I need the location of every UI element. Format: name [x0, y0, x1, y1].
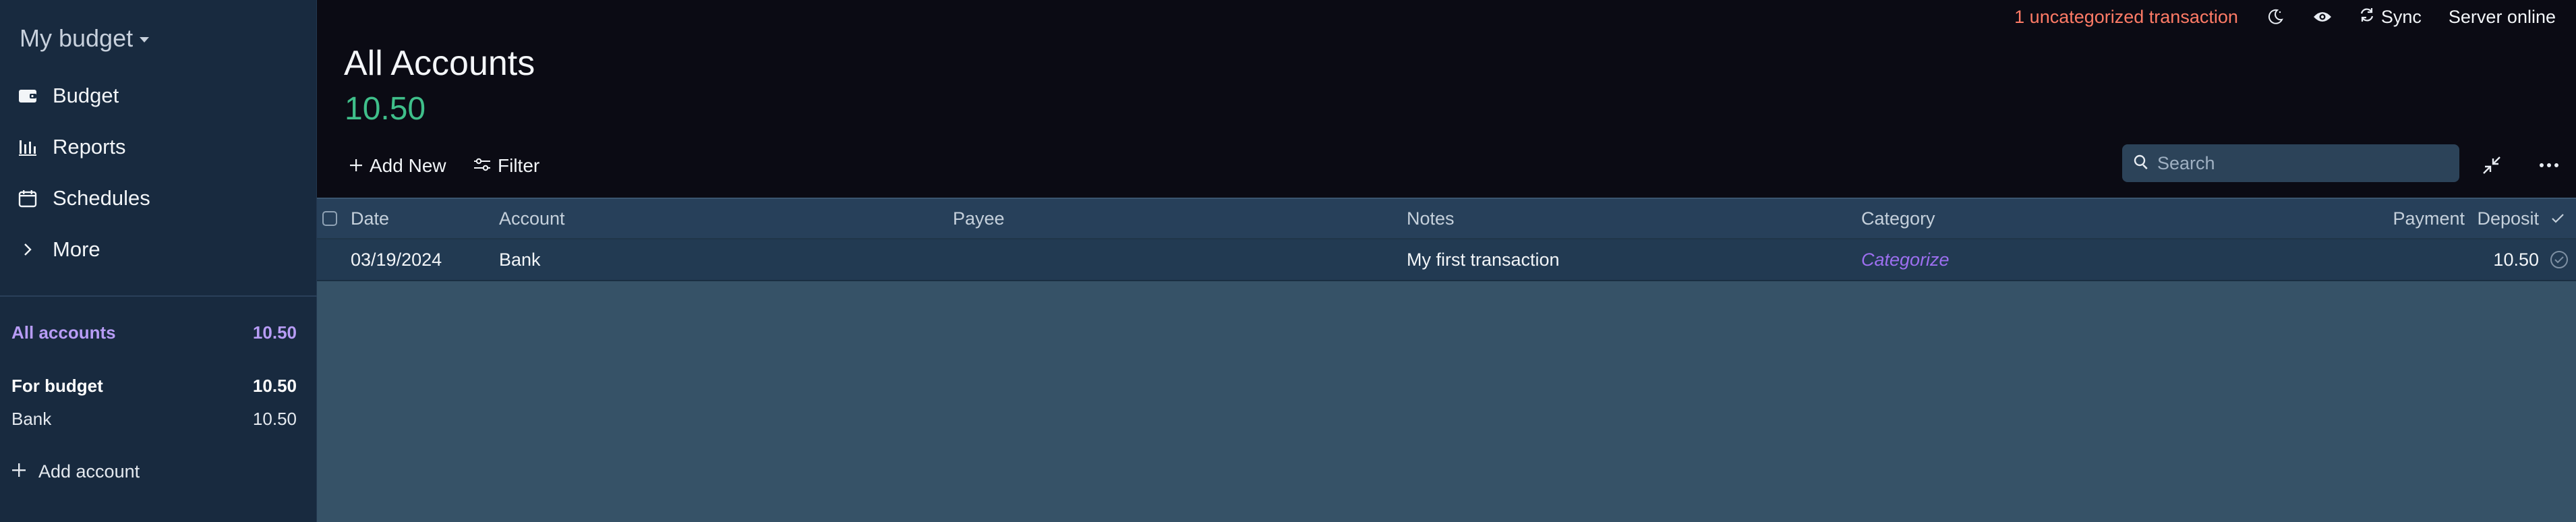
- cleared-toggle[interactable]: [2550, 239, 2571, 280]
- search-box[interactable]: [2122, 144, 2459, 182]
- filter-label: Filter: [498, 155, 540, 176]
- budget-name-label: My budget: [20, 24, 134, 52]
- plus-icon: [349, 155, 363, 177]
- for-budget-label: For budget: [11, 376, 103, 396]
- page-title: All Accounts: [344, 44, 535, 83]
- sidebar-divider: [0, 295, 317, 297]
- filter-button[interactable]: Filter: [473, 154, 539, 178]
- account-balance[interactable]: 10.50: [345, 90, 426, 127]
- nav-reports[interactable]: Reports: [18, 128, 301, 166]
- select-all-checkbox[interactable]: [322, 199, 343, 238]
- cleared-check-icon: [2550, 251, 2568, 268]
- search-input[interactable]: [2157, 152, 2454, 174]
- sync-button[interactable]: Sync: [2360, 7, 2422, 28]
- row-account[interactable]: Bank: [499, 239, 541, 280]
- row-payment[interactable]: [2313, 239, 2465, 280]
- table-row[interactable]: 03/19/2024 Bank My first transaction Cat…: [317, 239, 2576, 281]
- add-account-label: Add account: [38, 461, 140, 482]
- row-date[interactable]: 03/19/2024: [351, 239, 442, 280]
- all-accounts-balance: 10.50: [252, 322, 297, 343]
- plus-icon: [11, 461, 26, 482]
- nav-reports-label: Reports: [53, 135, 126, 158]
- sidebar-account-bank[interactable]: Bank 10.50: [11, 409, 297, 430]
- row-category[interactable]: Categorize: [1861, 239, 1950, 280]
- column-account[interactable]: Account: [499, 199, 565, 238]
- chevron-right-icon: [18, 239, 38, 260]
- topbar: 1 uncategorized transaction Sync Server …: [2014, 5, 2556, 28]
- row-deposit[interactable]: 10.50: [2468, 239, 2539, 280]
- add-new-button[interactable]: Add New: [349, 154, 446, 178]
- column-payee[interactable]: Payee: [953, 199, 1005, 238]
- checkmark-icon: [2551, 199, 2571, 238]
- sidebar: My budget Budget Reports Schedules More …: [0, 0, 317, 522]
- calendar-icon: [18, 188, 38, 208]
- sync-label: Sync: [2380, 6, 2422, 27]
- transactions-table: Date Account Payee Notes Category Paymen…: [317, 198, 2576, 522]
- add-account-button[interactable]: Add account: [11, 461, 140, 482]
- checkbox-icon: [322, 211, 337, 226]
- sliders-icon: [473, 155, 491, 177]
- row-payee[interactable]: [953, 239, 1391, 280]
- column-category[interactable]: Category: [1861, 199, 1935, 238]
- bar-chart-icon: [18, 137, 38, 157]
- nav-schedules-label: Schedules: [53, 186, 150, 210]
- for-budget-balance: 10.50: [252, 376, 297, 396]
- budget-name-menu[interactable]: My budget: [20, 24, 150, 53]
- sidebar-for-budget[interactable]: For budget 10.50: [11, 376, 297, 397]
- nav-budget-label: Budget: [53, 84, 119, 107]
- server-status[interactable]: Server online: [2449, 7, 2556, 28]
- column-deposit[interactable]: Deposit: [2468, 199, 2539, 238]
- refresh-icon: [2360, 7, 2374, 28]
- more-options-icon[interactable]: [2537, 154, 2561, 177]
- nav-more-label: More: [53, 237, 100, 261]
- uncategorized-link[interactable]: 1 uncategorized transaction: [2014, 7, 2238, 28]
- add-new-label: Add New: [370, 155, 446, 176]
- caret-down-icon: [140, 37, 150, 42]
- wallet-icon: [18, 86, 38, 106]
- sidebar-all-accounts[interactable]: All accounts 10.50: [11, 322, 297, 343]
- column-notes[interactable]: Notes: [1407, 199, 1455, 238]
- nav-budget[interactable]: Budget: [18, 77, 301, 115]
- account-bank-balance: 10.50: [252, 409, 297, 429]
- table-header: Date Account Payee Notes Category Paymen…: [317, 198, 2576, 239]
- nav-more[interactable]: More: [18, 231, 301, 268]
- nav-schedules[interactable]: Schedules: [18, 179, 301, 217]
- column-payment[interactable]: Payment: [2313, 199, 2465, 238]
- row-notes[interactable]: My first transaction: [1407, 239, 1560, 280]
- eye-icon[interactable]: [2312, 7, 2333, 27]
- search-icon: [2133, 154, 2149, 173]
- column-date[interactable]: Date: [351, 199, 389, 238]
- moon-icon[interactable]: [2265, 7, 2285, 27]
- collapse-icon[interactable]: [2480, 154, 2503, 177]
- main-panel: 1 uncategorized transaction Sync Server …: [317, 0, 2576, 522]
- account-bank-label: Bank: [11, 409, 52, 429]
- all-accounts-label: All accounts: [11, 322, 116, 343]
